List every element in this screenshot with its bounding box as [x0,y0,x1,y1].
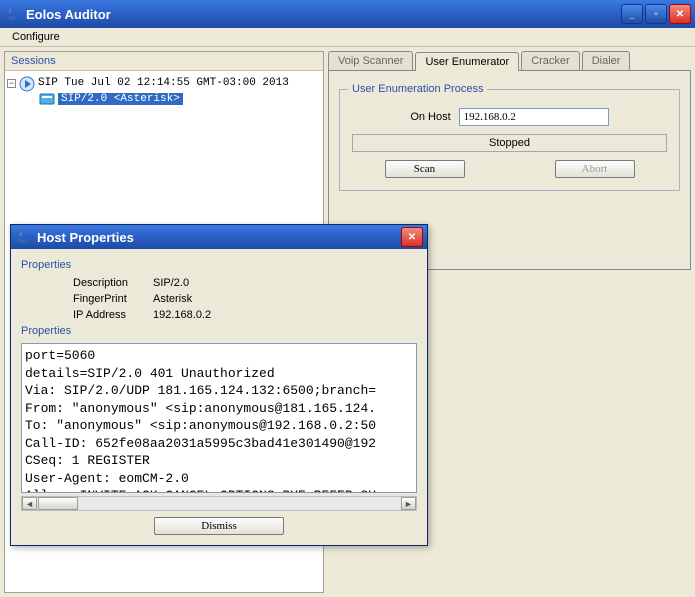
main-titlebar: Eolos Auditor _ ▫ ✕ [0,0,695,28]
desc-key: Description [73,277,153,289]
fp-key: FingerPrint [73,293,153,305]
dialog-titlebar[interactable]: Host Properties ✕ [11,225,427,249]
fp-value: Asterisk [153,293,192,305]
session-label: SIP Tue Jul 02 12:14:55 GMT-03:00 2013 [38,77,289,89]
close-button[interactable]: ✕ [669,4,691,24]
dismiss-button[interactable]: Dismiss [154,517,284,535]
status-text: Stopped [352,134,667,152]
host-label: SIP/2.0 <Asterisk> [58,93,183,105]
ip-value: 192.168.0.2 [153,309,211,321]
play-icon [19,76,35,90]
section2-title: Properties [21,325,417,337]
window-buttons: _ ▫ ✕ [621,4,691,24]
desc-value: SIP/2.0 [153,277,189,289]
main-title: Eolos Auditor [26,7,621,22]
tab-voip-scanner[interactable]: Voip Scanner [328,51,413,70]
tab-cracker[interactable]: Cracker [521,51,580,70]
tree-session-row[interactable]: − SIP Tue Jul 02 12:14:55 GMT-03:00 2013 [7,75,321,91]
on-host-input[interactable] [459,108,609,126]
scroll-left-icon[interactable]: ◄ [22,497,37,510]
sessions-title: Sessions [5,52,323,71]
java-icon [4,6,20,22]
maximize-button[interactable]: ▫ [645,4,667,24]
section1-title: Properties [21,259,417,271]
abort-button[interactable]: Abort [555,160,635,178]
ip-key: IP Address [73,309,153,321]
java-icon [15,229,31,245]
dialog-close-button[interactable]: ✕ [401,227,423,247]
raw-properties-textarea[interactable]: port=5060 details=SIP/2.0 401 Unauthoriz… [21,343,417,493]
tab-row: Voip Scanner User Enumerator Cracker Dia… [328,51,691,70]
dialog-title: Host Properties [37,230,401,245]
h-scrollbar[interactable]: ◄ ► [21,496,417,511]
tree-host-row[interactable]: SIP/2.0 <Asterisk> [7,91,321,107]
dialog-body: Properties DescriptionSIP/2.0 FingerPrin… [11,249,427,545]
tab-dialer[interactable]: Dialer [582,51,631,70]
scroll-thumb[interactable] [38,497,78,510]
minimize-button[interactable]: _ [621,4,643,24]
on-host-label: On Host [410,111,450,123]
expander-icon[interactable]: − [7,79,16,88]
menu-configure[interactable]: Configure [6,29,66,45]
menubar: Configure [0,28,695,47]
tab-user-enumerator[interactable]: User Enumerator [415,52,519,71]
group-title: User Enumeration Process [348,83,487,95]
host-properties-dialog: Host Properties ✕ Properties Description… [10,224,428,546]
scroll-right-icon[interactable]: ► [401,497,416,510]
user-enum-group: User Enumeration Process On Host Stopped… [339,89,680,191]
host-icon [39,92,55,106]
scan-button[interactable]: Scan [385,160,465,178]
